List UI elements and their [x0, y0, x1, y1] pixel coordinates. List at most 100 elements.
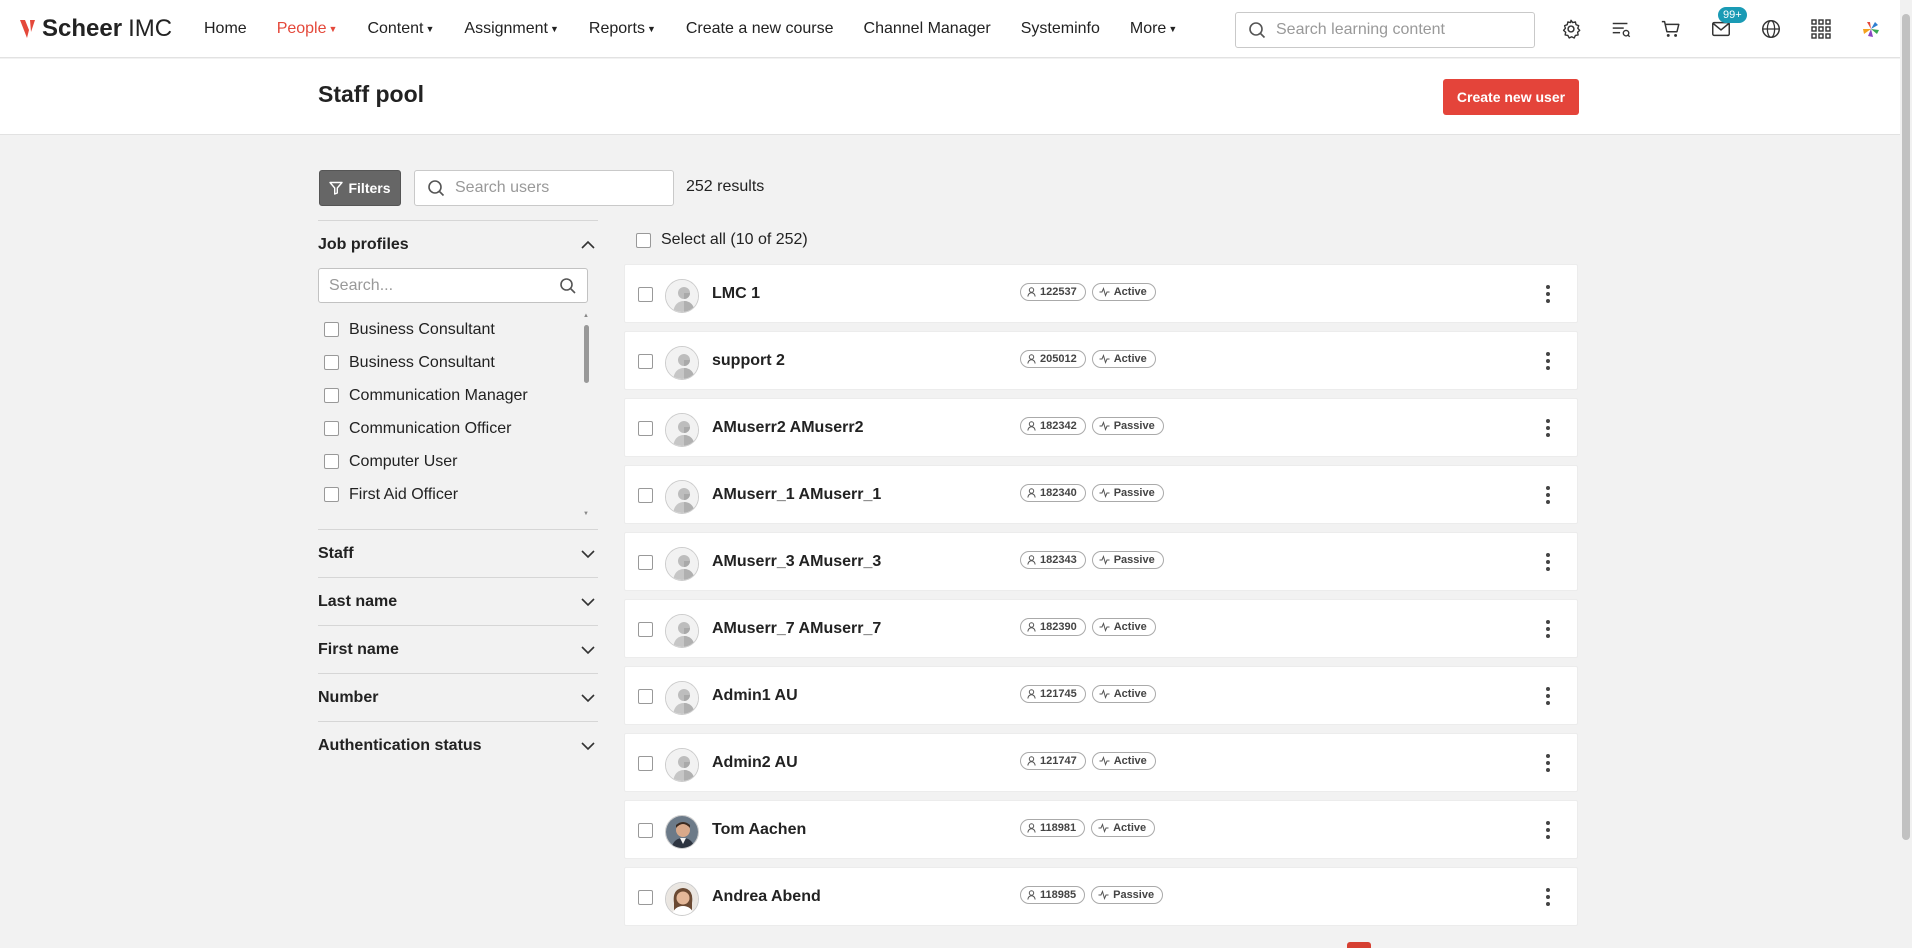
messages-button[interactable]: 99+ — [1706, 7, 1747, 44]
avatar[interactable] — [665, 547, 699, 581]
user-select-checkbox[interactable] — [638, 823, 653, 838]
user-name[interactable]: Admin1 AU — [712, 687, 798, 705]
user-name[interactable]: AMuserr2 AMuserr2 — [712, 419, 863, 437]
avatar[interactable] — [665, 614, 699, 648]
user-name[interactable]: AMuserr_3 AMuserr_3 — [712, 553, 881, 571]
avatar[interactable] — [665, 882, 699, 916]
user-name[interactable]: AMuserr_7 AMuserr_7 — [712, 620, 881, 638]
cart-button[interactable] — [1656, 14, 1686, 44]
tasks-button[interactable] — [1606, 14, 1636, 44]
select-all-checkbox[interactable] — [636, 232, 651, 248]
user-row[interactable]: Tom Aachen 118981 Active — [624, 800, 1578, 859]
filter-toggle-authentication-status[interactable]: Authentication status — [318, 722, 598, 769]
filter-toggle-last-name[interactable]: Last name — [318, 578, 598, 625]
page-scrollbar[interactable] — [1900, 0, 1912, 948]
nav-item-content[interactable]: Content ▼ — [367, 20, 434, 38]
brand-button[interactable] — [1856, 14, 1886, 44]
user-name[interactable]: AMuserr_1 AMuserr_1 — [712, 486, 881, 504]
row-actions-menu[interactable] — [1543, 417, 1553, 439]
user-select-checkbox[interactable] — [638, 555, 653, 570]
row-actions-menu[interactable] — [1543, 618, 1553, 640]
row-actions-menu[interactable] — [1543, 819, 1553, 841]
user-select-checkbox[interactable] — [638, 354, 653, 369]
job-profile-checkbox[interactable] — [324, 355, 339, 370]
nav-item-channel-manager[interactable]: Channel Manager — [864, 20, 991, 38]
row-actions-menu[interactable] — [1543, 752, 1553, 774]
job-profile-checkbox[interactable] — [324, 388, 339, 403]
filters-button[interactable]: Filters — [319, 170, 401, 206]
row-actions-menu[interactable] — [1543, 886, 1553, 908]
avatar[interactable] — [665, 815, 699, 849]
user-name[interactable]: support 2 — [712, 352, 785, 370]
job-profile-option[interactable]: Communication Officer — [318, 412, 590, 445]
scroll-up-arrow-icon[interactable]: ▲ — [583, 313, 589, 319]
user-row[interactable]: AMuserr_1 AMuserr_1 182340 Passive — [624, 465, 1578, 524]
row-actions-menu[interactable] — [1543, 551, 1553, 573]
select-all-row[interactable]: Select all (10 of 252) — [636, 231, 808, 249]
job-profile-option[interactable]: Business Consultant — [318, 313, 590, 346]
user-select-checkbox[interactable] — [638, 689, 653, 704]
job-profile-scrollbar-thumb[interactable] — [584, 325, 589, 383]
avatar[interactable] — [665, 480, 699, 514]
avatar[interactable] — [665, 279, 699, 313]
language-button[interactable] — [1756, 14, 1786, 44]
pagination-current-page[interactable] — [1347, 942, 1371, 948]
job-profile-option[interactable]: Computer User — [318, 445, 590, 478]
avatar[interactable] — [665, 748, 699, 782]
user-name[interactable]: Tom Aachen — [712, 821, 806, 839]
filter-toggle-staff[interactable]: Staff — [318, 530, 598, 577]
job-profile-checkbox[interactable] — [324, 421, 339, 436]
user-row[interactable]: AMuserr_7 AMuserr_7 182390 Active — [624, 599, 1578, 658]
job-profile-option[interactable]: Business Consultant — [318, 346, 590, 379]
user-select-checkbox[interactable] — [638, 890, 653, 905]
job-profile-option[interactable]: First Aid Officer — [318, 478, 590, 511]
user-row[interactable]: LMC 1 122537 Active — [624, 264, 1578, 323]
avatar[interactable] — [665, 413, 699, 447]
job-profile-scrollbar[interactable]: ▲ ▼ — [582, 313, 590, 517]
person-icon — [1027, 689, 1036, 699]
user-select-checkbox[interactable] — [638, 622, 653, 637]
user-row[interactable]: AMuserr_3 AMuserr_3 182343 Passive — [624, 532, 1578, 591]
user-row[interactable]: support 2 205012 Active — [624, 331, 1578, 390]
user-select-checkbox[interactable] — [638, 287, 653, 302]
nav-item-assignment[interactable]: Assignment ▼ — [464, 20, 559, 38]
nav-item-reports[interactable]: Reports ▼ — [589, 20, 656, 38]
user-name[interactable]: Admin2 AU — [712, 754, 798, 772]
row-actions-menu[interactable] — [1543, 685, 1553, 707]
page-scrollbar-thumb[interactable] — [1902, 14, 1910, 840]
job-profile-search-input[interactable] — [329, 276, 539, 295]
filter-toggle-first-name[interactable]: First name — [318, 626, 598, 673]
avatar[interactable] — [665, 346, 699, 380]
job-profile-checkbox[interactable] — [324, 322, 339, 337]
user-name[interactable]: LMC 1 — [712, 285, 760, 303]
user-search-input[interactable] — [455, 179, 655, 197]
user-row[interactable]: Admin2 AU 121747 Active — [624, 733, 1578, 792]
job-profile-checkbox[interactable] — [324, 487, 339, 502]
apps-button[interactable] — [1806, 14, 1836, 44]
filter-toggle-number[interactable]: Number — [318, 674, 598, 721]
learning-search-input[interactable] — [1276, 21, 1526, 39]
row-actions-menu[interactable] — [1543, 484, 1553, 506]
filter-toggle-job-profiles[interactable]: Job profiles — [318, 221, 598, 268]
settings-button[interactable] — [1556, 14, 1586, 44]
row-actions-menu[interactable] — [1543, 283, 1553, 305]
user-select-checkbox[interactable] — [638, 756, 653, 771]
app-logo[interactable]: Scheer IMC — [19, 15, 179, 43]
user-row[interactable]: AMuserr2 AMuserr2 182342 Passive — [624, 398, 1578, 457]
nav-item-people[interactable]: People ▼ — [277, 20, 338, 38]
user-row[interactable]: Andrea Abend 118985 Passive — [624, 867, 1578, 926]
scroll-down-arrow-icon[interactable]: ▼ — [583, 511, 589, 517]
user-row[interactable]: Admin1 AU 121745 Active — [624, 666, 1578, 725]
user-select-checkbox[interactable] — [638, 488, 653, 503]
user-name[interactable]: Andrea Abend — [712, 888, 821, 906]
job-profile-checkbox[interactable] — [324, 454, 339, 469]
nav-item-systeminfo[interactable]: Systeminfo — [1021, 20, 1100, 38]
avatar[interactable] — [665, 681, 699, 715]
create-new-user-button[interactable]: Create new user — [1443, 79, 1579, 115]
user-select-checkbox[interactable] — [638, 421, 653, 436]
nav-item-create-a-new-course[interactable]: Create a new course — [686, 20, 834, 38]
job-profile-option[interactable]: Communication Manager — [318, 379, 590, 412]
nav-item-home[interactable]: Home — [204, 20, 247, 38]
row-actions-menu[interactable] — [1543, 350, 1553, 372]
nav-item-more[interactable]: More ▼ — [1130, 20, 1177, 38]
